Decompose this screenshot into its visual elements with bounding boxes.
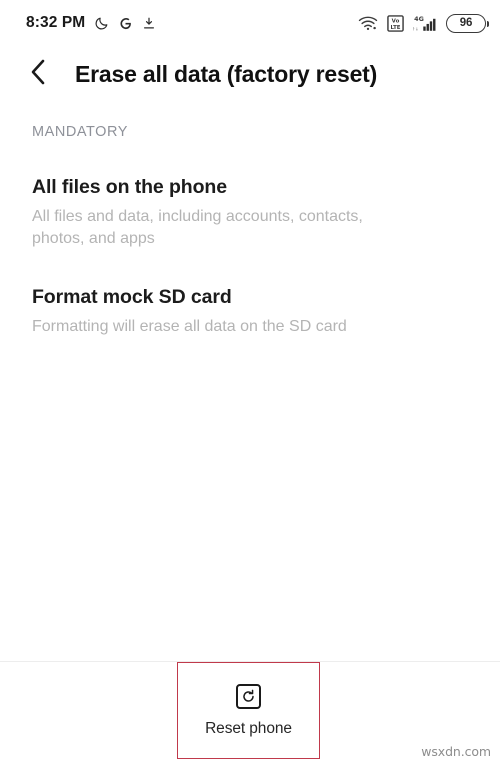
status-clock: 8:32 PM (26, 14, 86, 31)
item-title: Format mock SD card (32, 286, 232, 309)
item-description: All files and data, including accounts, … (32, 208, 363, 248)
svg-text:LTE: LTE (391, 24, 401, 30)
download-icon (142, 16, 156, 31)
do-not-disturb-moon-icon (94, 16, 109, 31)
battery-indicator: 96 (446, 13, 489, 33)
svg-text:4G: 4G (414, 14, 424, 22)
back-button[interactable] (14, 50, 62, 98)
item-description: Formatting will erase all data on the SD… (32, 318, 347, 336)
mobile-signal-icon: 4G ↑↓ (412, 14, 437, 33)
reset-button-highlight-box (177, 662, 320, 759)
list-item[interactable]: All files on the phone All files and dat… (0, 176, 500, 250)
content-area: MANDATORY All files on the phone All fil… (0, 110, 500, 338)
item-title: All files on the phone (32, 176, 227, 198)
status-bar-right: Vo LTE 4G ↑↓ 96 (358, 13, 489, 33)
wifi-icon (358, 15, 378, 31)
chevron-left-icon (28, 58, 48, 91)
status-bar: 8:32 PM Vo LTE 4G ↓ 96 (0, 0, 500, 46)
list-item[interactable]: Format mock SD card Formatting will eras… (0, 286, 500, 338)
page-title: Erase all data (factory reset) (75, 60, 378, 87)
volte-icon: Vo LTE (387, 14, 404, 32)
svg-text:Vo: Vo (392, 18, 400, 24)
watermark: wsxdn.com (421, 744, 491, 759)
status-bar-left: 8:32 PM (26, 14, 156, 32)
google-g-icon (118, 16, 133, 31)
app-bar: Erase all data (factory reset) (0, 46, 500, 102)
section-header-mandatory: MANDATORY (32, 124, 128, 140)
battery-level-label: 96 (459, 17, 473, 29)
svg-text:↑↓: ↑↓ (413, 26, 419, 32)
